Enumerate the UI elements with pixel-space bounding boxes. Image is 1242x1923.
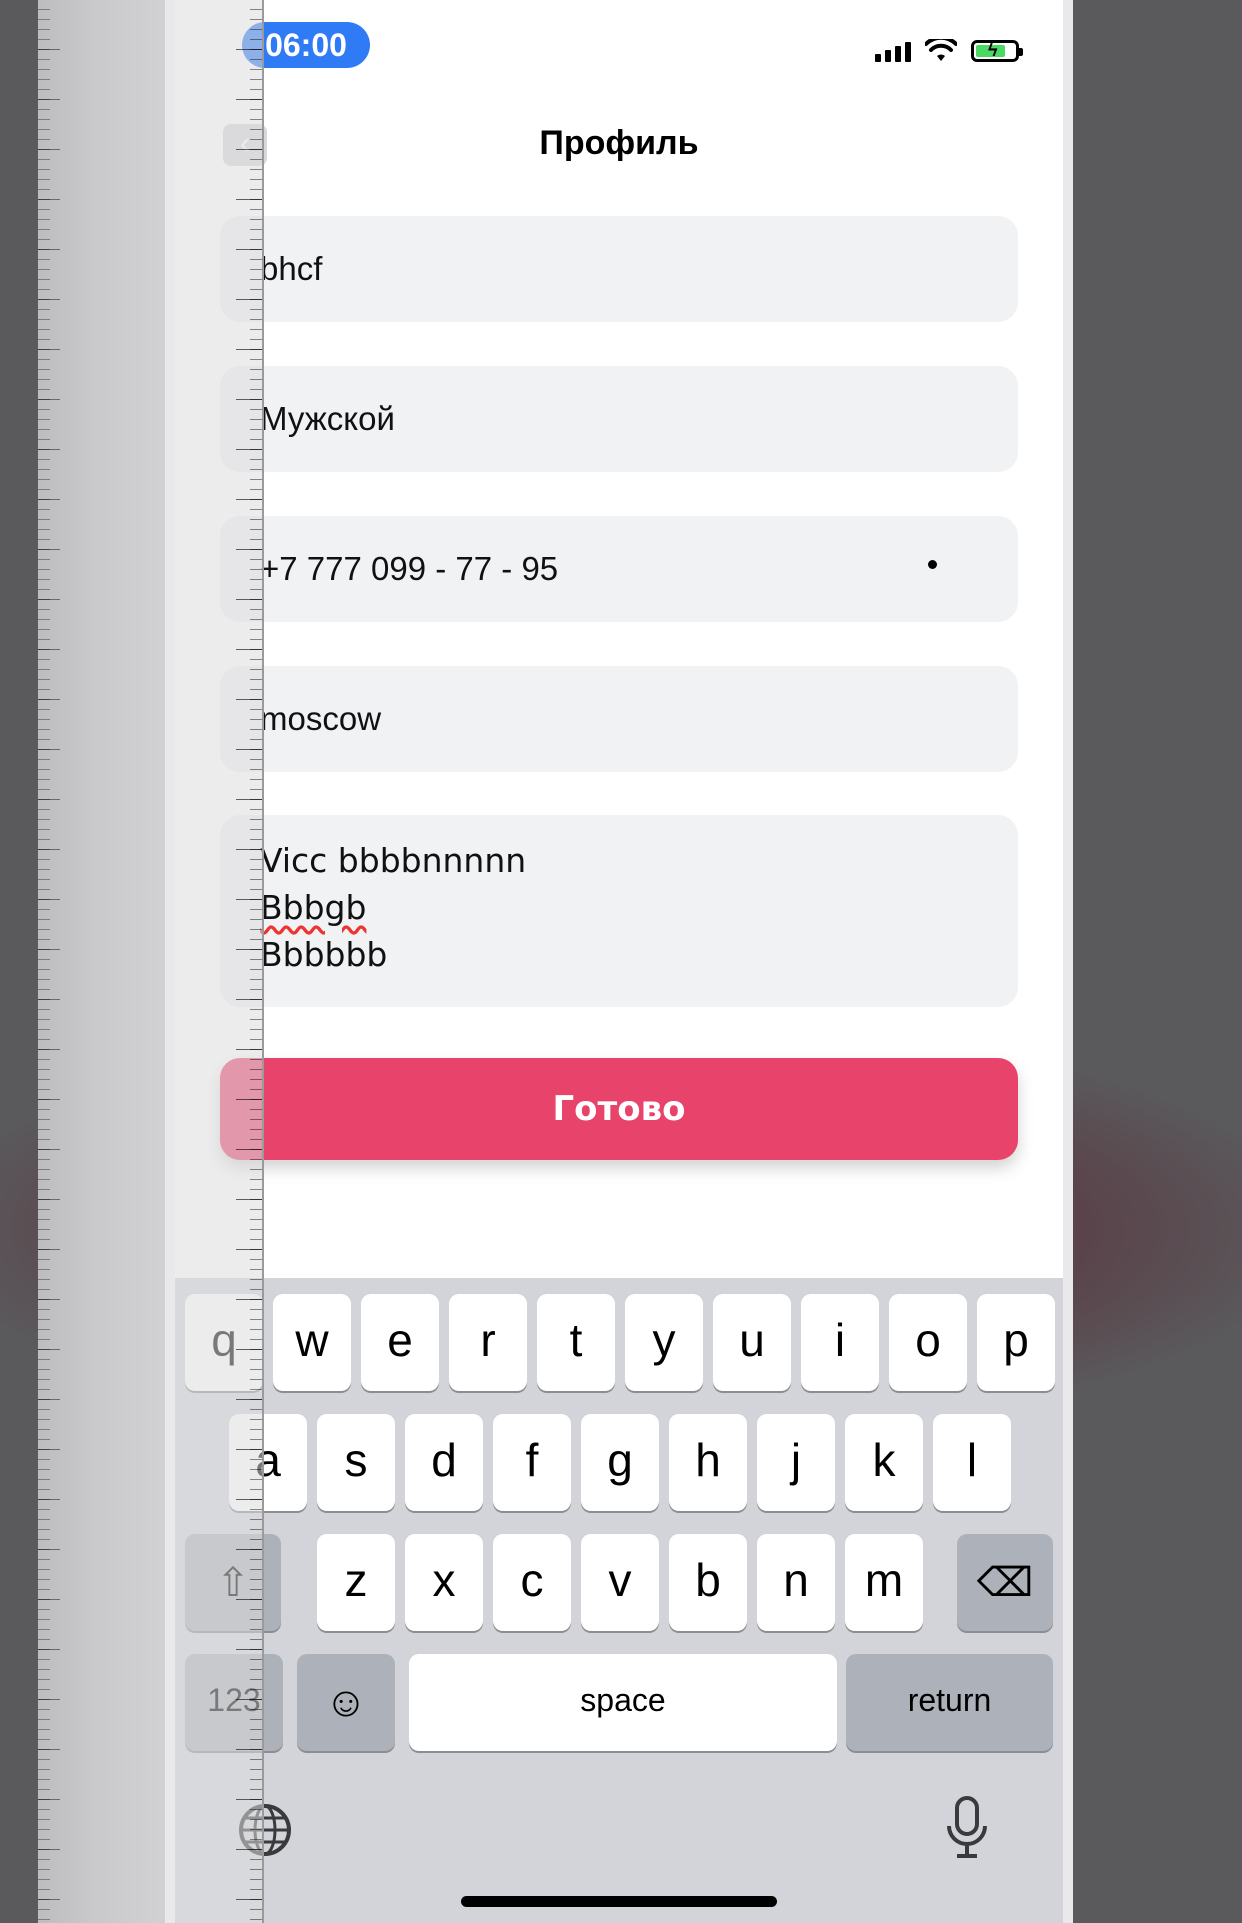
key-s[interactable]: s xyxy=(317,1414,395,1511)
key-e[interactable]: e xyxy=(361,1294,439,1391)
key-z[interactable]: z xyxy=(317,1534,395,1631)
keyboard: qwertyuiop asdfghjkl zxcvbnm ⇧ ⌫ 123 ☺ s… xyxy=(175,1278,1063,1923)
key-x[interactable]: x xyxy=(405,1534,483,1631)
home-indicator xyxy=(461,1896,777,1907)
key-t[interactable]: t xyxy=(537,1294,615,1391)
key-l[interactable]: l xyxy=(933,1414,1011,1511)
key-u[interactable]: u xyxy=(713,1294,791,1391)
key-b[interactable]: b xyxy=(669,1534,747,1631)
city-field[interactable]: moscow xyxy=(220,666,1018,772)
microphone-icon[interactable] xyxy=(945,1796,989,1873)
phone-field[interactable]: +7 777 099 - 77 - 95 xyxy=(220,516,1018,622)
key-f[interactable]: f xyxy=(493,1414,571,1511)
return-key[interactable]: return xyxy=(846,1654,1053,1751)
status-icons: ϟ xyxy=(875,36,1023,66)
space-key[interactable]: space xyxy=(409,1654,837,1751)
gender-field[interactable]: Мужской xyxy=(220,366,1018,472)
key-m[interactable]: m xyxy=(845,1534,923,1631)
page-title: Профиль xyxy=(539,124,699,162)
key-o[interactable]: o xyxy=(889,1294,967,1391)
key-n[interactable]: n xyxy=(757,1534,835,1631)
key-k[interactable]: k xyxy=(845,1414,923,1511)
key-d[interactable]: d xyxy=(405,1414,483,1511)
name-value: bhcf xyxy=(260,250,323,287)
about-line: Vicc bbbbnnnnn xyxy=(260,841,527,880)
battery-icon: ϟ xyxy=(971,40,1023,62)
phone-screen: 06:00 ϟ ‹ Профиль bhcf Мужской +7 777 09… xyxy=(175,0,1063,1923)
key-v[interactable]: v xyxy=(581,1534,659,1631)
phone-frame-left xyxy=(165,0,175,1923)
gender-value: Мужской xyxy=(260,400,395,437)
key-j[interactable]: j xyxy=(757,1414,835,1511)
key-c[interactable]: c xyxy=(493,1534,571,1631)
key-y[interactable]: y xyxy=(625,1294,703,1391)
key-i[interactable]: i xyxy=(801,1294,879,1391)
about-line: Bbbbbb xyxy=(260,935,388,974)
about-textarea[interactable]: Vicc bbbbnnnnn Bbbgb Bbbbbb xyxy=(220,815,1018,1007)
cellular-signal-icon xyxy=(875,40,911,62)
name-field[interactable]: bhcf xyxy=(220,216,1018,322)
wifi-icon xyxy=(925,39,957,61)
about-line: Bbbgb xyxy=(260,888,367,927)
key-h[interactable]: h xyxy=(669,1414,747,1511)
about-text: Vicc bbbbnnnnn Bbbgb Bbbbbb xyxy=(260,837,526,978)
backspace-key[interactable]: ⌫ xyxy=(957,1534,1053,1631)
backspace-icon: ⌫ xyxy=(976,1561,1034,1605)
key-w[interactable]: w xyxy=(273,1294,351,1391)
ruler-ticks xyxy=(38,0,68,1923)
phone-frame-right xyxy=(1063,0,1073,1923)
key-p[interactable]: p xyxy=(977,1294,1055,1391)
ruler-overlay-ticks xyxy=(234,0,262,1923)
dot-indicator xyxy=(928,560,937,569)
city-value: moscow xyxy=(260,700,382,737)
key-g[interactable]: g xyxy=(581,1414,659,1511)
phone-value: +7 777 099 - 77 - 95 xyxy=(260,550,559,587)
key-r[interactable]: r xyxy=(449,1294,527,1391)
emoji-icon: ☺ xyxy=(324,1678,368,1725)
emoji-key[interactable]: ☺ xyxy=(297,1654,395,1751)
done-button[interactable]: Готово xyxy=(220,1058,1018,1160)
